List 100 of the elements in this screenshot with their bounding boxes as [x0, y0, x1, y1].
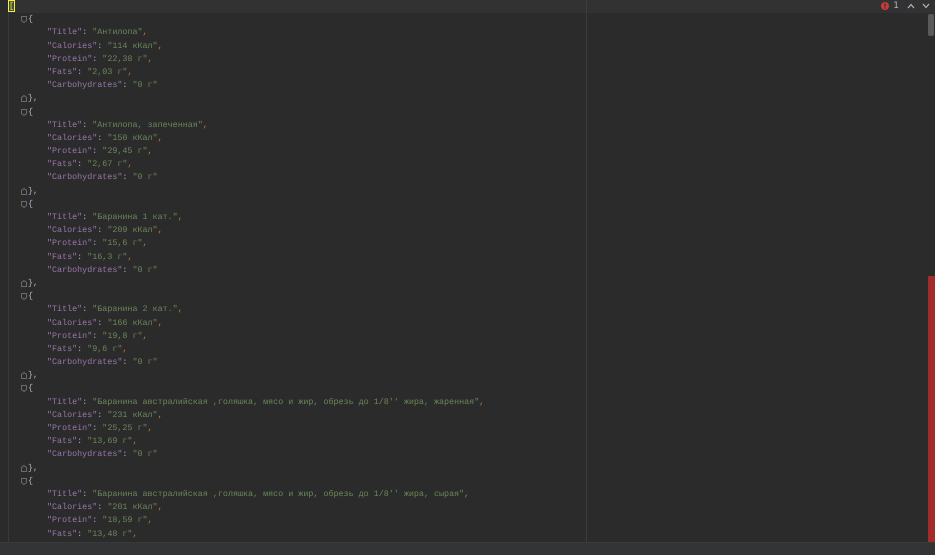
json-value: "Баранина австралийская ,голяшка, мясо и жир, обрезь до 1/8'' жира, сырая" — [92, 488, 464, 499]
colon: : — [82, 396, 88, 407]
json-key: "Title" — [47, 304, 82, 314]
chevron-up-icon[interactable] — [907, 3, 915, 9]
colon: : — [92, 330, 98, 341]
comma: , — [148, 423, 153, 433]
json-value: "13,48 г" — [87, 528, 132, 538]
comma: , — [127, 159, 132, 170]
json-value: "Баранина 2 кат." — [92, 304, 178, 314]
colon: : — [97, 225, 102, 236]
json-value: "0 г" — [132, 264, 158, 275]
colon: : — [82, 27, 88, 38]
json-key: "Calories" — [47, 132, 98, 143]
json-key: "Fats" — [47, 66, 78, 77]
comma: , — [142, 330, 148, 341]
json-value: "25,25 г" — [102, 423, 148, 433]
colon: : — [92, 238, 98, 248]
comma: , — [158, 225, 163, 236]
json-key: "Protein" — [47, 423, 92, 433]
comma: , — [148, 146, 153, 156]
bracket: { — [28, 106, 34, 116]
comma: , — [142, 27, 148, 38]
horizontal-scrollbar[interactable] — [0, 542, 935, 555]
json-key: "Fats" — [47, 436, 78, 446]
json-key: "Calories" — [47, 410, 98, 420]
json-value: "29,45 г" — [102, 146, 148, 156]
colon: : — [122, 172, 128, 182]
colon: : — [77, 344, 82, 354]
json-key: "Protein" — [47, 330, 92, 341]
colon: : — [122, 357, 128, 368]
json-key: "Protein" — [47, 238, 92, 248]
comma: , — [158, 318, 163, 328]
comma: , — [158, 132, 163, 143]
comma: , — [127, 66, 132, 77]
bracket: { — [28, 291, 34, 302]
colon: : — [97, 502, 102, 512]
json-value: "15,6 г" — [102, 238, 143, 248]
bracket: }, — [28, 370, 38, 380]
json-key: "Carbohydrates" — [47, 172, 122, 182]
bracket: }, — [28, 93, 38, 104]
colon: : — [97, 132, 102, 143]
json-key: "Carbohydrates" — [47, 264, 122, 275]
json-key: "Calories" — [47, 318, 98, 328]
comma: , — [148, 54, 153, 64]
json-value: "Антилопа, запеченная" — [92, 120, 203, 130]
colon: : — [77, 528, 82, 538]
json-value: "22,38 г" — [102, 54, 148, 64]
colon: : — [77, 436, 82, 446]
json-value: "0 г" — [132, 80, 158, 90]
colon: : — [77, 252, 82, 262]
json-key: "Protein" — [47, 146, 92, 156]
fold-icon[interactable] — [21, 16, 27, 24]
json-value: "0 г" — [132, 172, 158, 182]
comma: , — [158, 40, 163, 51]
json-key: "Carbohydrates" — [47, 80, 122, 90]
colon: : — [92, 146, 98, 156]
comma: , — [158, 502, 163, 512]
comma: , — [464, 488, 470, 499]
colon: : — [92, 423, 98, 433]
bracket: { — [28, 383, 34, 394]
scrollbar-thumb[interactable] — [928, 14, 934, 36]
comma: , — [178, 304, 183, 314]
bracket: { — [28, 14, 34, 24]
json-key: "Fats" — [47, 252, 78, 262]
json-value: "0 г" — [132, 449, 158, 460]
json-key: "Fats" — [47, 159, 78, 170]
json-value: "19,8 г" — [102, 330, 143, 341]
comma: , — [132, 436, 138, 446]
bracket: [ — [9, 1, 14, 11]
comma: , — [122, 344, 128, 354]
json-key: "Calories" — [47, 502, 98, 512]
json-key: "Title" — [47, 488, 82, 499]
colon: : — [122, 264, 128, 275]
colon: : — [97, 410, 102, 420]
json-key: "Title" — [47, 120, 82, 130]
chevron-down-icon[interactable] — [922, 3, 930, 9]
json-value: "201 кКал" — [107, 502, 158, 512]
comma: , — [132, 528, 138, 538]
json-value: "2,67 г" — [87, 159, 128, 170]
bracket: }, — [28, 462, 38, 473]
json-value: "150 кКал" — [107, 132, 158, 143]
colon: : — [77, 66, 82, 77]
json-value: "Антилопа" — [92, 27, 143, 38]
error-count: 1 — [893, 1, 899, 11]
comma: , — [479, 396, 484, 407]
comma: , — [142, 238, 148, 248]
json-key: "Title" — [47, 396, 82, 407]
json-value: "209 кКал" — [107, 225, 158, 236]
json-value: "166 кКал" — [107, 318, 158, 328]
json-key: "Protein" — [47, 54, 92, 64]
json-key: "Carbohydrates" — [47, 357, 122, 368]
colon: : — [82, 488, 88, 499]
colon: : — [82, 304, 88, 314]
json-value: "231 кКал" — [107, 410, 158, 420]
json-key: "Calories" — [47, 40, 98, 51]
json-value: "Баранина австралийская ,голяшка, мясо и жир, обрезь до 1/8'' жира, жаренная" — [92, 396, 480, 407]
json-value: "114 кКал" — [107, 40, 158, 51]
colon: : — [97, 40, 102, 51]
json-value: "Баранина 1 кат." — [92, 212, 178, 222]
colon: : — [97, 318, 102, 328]
